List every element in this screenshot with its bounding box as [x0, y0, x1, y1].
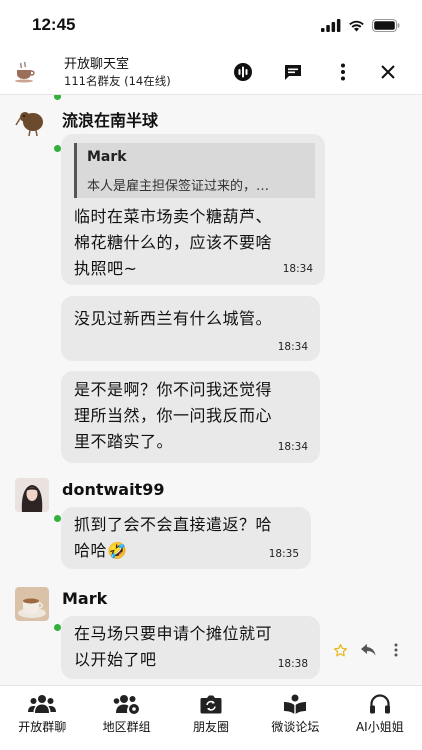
message-line: 没见过新西兰有什么城管。: [74, 309, 273, 328]
message-line: 哈哈🤣: [74, 541, 128, 560]
room-member-count: 111名群友 (14在线): [64, 73, 171, 88]
kiwi-bird-icon: [15, 112, 43, 137]
online-indicator: [54, 95, 61, 100]
message-line: 以开始了吧: [74, 650, 157, 669]
message-actions: [330, 640, 406, 660]
header-actions: [218, 57, 408, 87]
chat-message-list[interactable]: 流浪在南半球 Mark 本人是雇主担保签证过来的，… 临时在菜市场卖个糖葫芦、 …: [0, 95, 422, 685]
message-bubble[interactable]: 抓到了会不会直接遣返？哈 哈哈🤣 18:35: [61, 507, 311, 569]
group-settings-icon: [113, 695, 139, 714]
message-line: 临时在菜市场卖个糖葫芦、: [74, 207, 273, 226]
nav-label: 开放群聊: [18, 720, 67, 734]
online-indicator: [54, 145, 61, 152]
message-bubble[interactable]: 没见过新西兰有什么城管。 18:34: [61, 296, 320, 361]
message-time: 18:35: [268, 548, 299, 560]
nav-label: 朋友圈: [193, 720, 230, 734]
avatar[interactable]: [15, 587, 49, 621]
message-time: 18:34: [282, 263, 313, 275]
nav-ai-assistant[interactable]: AI小姐姐: [338, 686, 422, 750]
message-text: 在马场只要申请个摊位就可 以开始了吧: [74, 621, 272, 673]
chat-header: 开放聊天室 111名群友 (14在线): [0, 50, 422, 95]
star-button[interactable]: [330, 640, 350, 660]
book-icon: [284, 694, 307, 714]
user-photo-icon: [15, 478, 49, 512]
headphones-icon: [369, 694, 390, 714]
more-vertical-icon: [341, 63, 345, 81]
message-text: 临时在菜市场卖个糖葫芦、 棉花糖什么的，应该不要啥 执照吧~: [74, 204, 272, 282]
sender-name: Mark: [62, 589, 108, 608]
cellular-signal-icon: [321, 18, 341, 32]
nav-label: 微谈论坛: [271, 720, 320, 734]
nav-open-chat[interactable]: 开放群聊: [0, 686, 84, 750]
star-icon: [333, 643, 347, 656]
podcast-icon: [234, 63, 252, 81]
more-vertical-icon: [394, 643, 398, 657]
coffee-cup-icon: [15, 61, 35, 83]
online-indicator: [54, 515, 61, 522]
message-more-button[interactable]: [386, 640, 406, 660]
quoted-message[interactable]: Mark 本人是雇主担保签证过来的，…: [74, 143, 315, 198]
bottom-navigation: 开放群聊 地区群组 朋友圈 微谈论坛 AI小姐姐: [0, 685, 422, 750]
close-button[interactable]: [368, 57, 408, 87]
message-line: 里不踏实了。: [74, 432, 174, 451]
message-line: 执照吧~: [74, 259, 138, 278]
message-time: 18:34: [277, 341, 308, 353]
sender-name: dontwait99: [62, 480, 165, 499]
podcast-button[interactable]: [218, 57, 268, 87]
more-options-button[interactable]: [318, 57, 368, 87]
group-icon: [28, 695, 57, 713]
coffee-photo-icon: [15, 587, 49, 621]
status-time: 12:45: [32, 15, 76, 34]
close-icon: [381, 65, 395, 79]
wifi-icon: [349, 20, 364, 31]
avatar[interactable]: [15, 105, 49, 139]
quote-sender: Mark: [87, 149, 127, 165]
sender-name: 流浪在南半球: [62, 111, 159, 130]
chat-button[interactable]: [268, 57, 318, 87]
nav-regional-groups[interactable]: 地区群组: [84, 686, 168, 750]
room-info[interactable]: 开放聊天室 111名群友 (14在线): [64, 56, 218, 89]
message-text: 是不是啊？你不问我还觉得 理所当然，你一问我反而心 里不踏实了。: [74, 377, 272, 455]
message-time: 18:34: [277, 441, 308, 453]
room-avatar[interactable]: [14, 60, 38, 84]
status-bar: 12:45: [0, 0, 422, 50]
message-line: 理所当然，你一问我反而心: [74, 406, 273, 425]
message-line: 是不是啊？你不问我还觉得: [74, 380, 273, 399]
message-bubble[interactable]: 是不是啊？你不问我还觉得 理所当然，你一问我反而心 里不踏实了。 18:34: [61, 371, 320, 463]
nav-forum[interactable]: 微谈论坛: [253, 686, 337, 750]
quote-text: 本人是雇主担保签证过来的，…: [87, 179, 270, 194]
reply-icon: [360, 644, 375, 656]
reply-button[interactable]: [356, 640, 380, 660]
message-line: 抓到了会不会直接遣返？哈: [74, 515, 273, 534]
message-line: 棉花糖什么的，应该不要啥: [74, 233, 273, 252]
battery-icon: [372, 18, 400, 32]
message-bubble[interactable]: 在马场只要申请个摊位就可 以开始了吧 18:38: [61, 616, 320, 679]
message-text: 抓到了会不会直接遣返？哈 哈哈🤣: [74, 512, 272, 564]
message-line: 在马场只要申请个摊位就可: [74, 624, 273, 643]
status-icons: [321, 18, 400, 32]
camera-switch-icon: [200, 695, 222, 714]
chat-icon: [285, 64, 301, 80]
nav-label: AI小姐姐: [355, 720, 404, 734]
avatar[interactable]: [15, 478, 49, 512]
nav-moments[interactable]: 朋友圈: [169, 686, 253, 750]
message-text: 没见过新西兰有什么城管。: [74, 306, 272, 332]
message-bubble[interactable]: Mark 本人是雇主担保签证过来的，… 临时在菜市场卖个糖葫芦、 棉花糖什么的，…: [61, 134, 325, 285]
online-indicator: [54, 624, 61, 631]
room-title: 开放聊天室: [64, 56, 130, 72]
message-time: 18:38: [277, 658, 308, 670]
nav-label: 地区群组: [102, 720, 151, 734]
